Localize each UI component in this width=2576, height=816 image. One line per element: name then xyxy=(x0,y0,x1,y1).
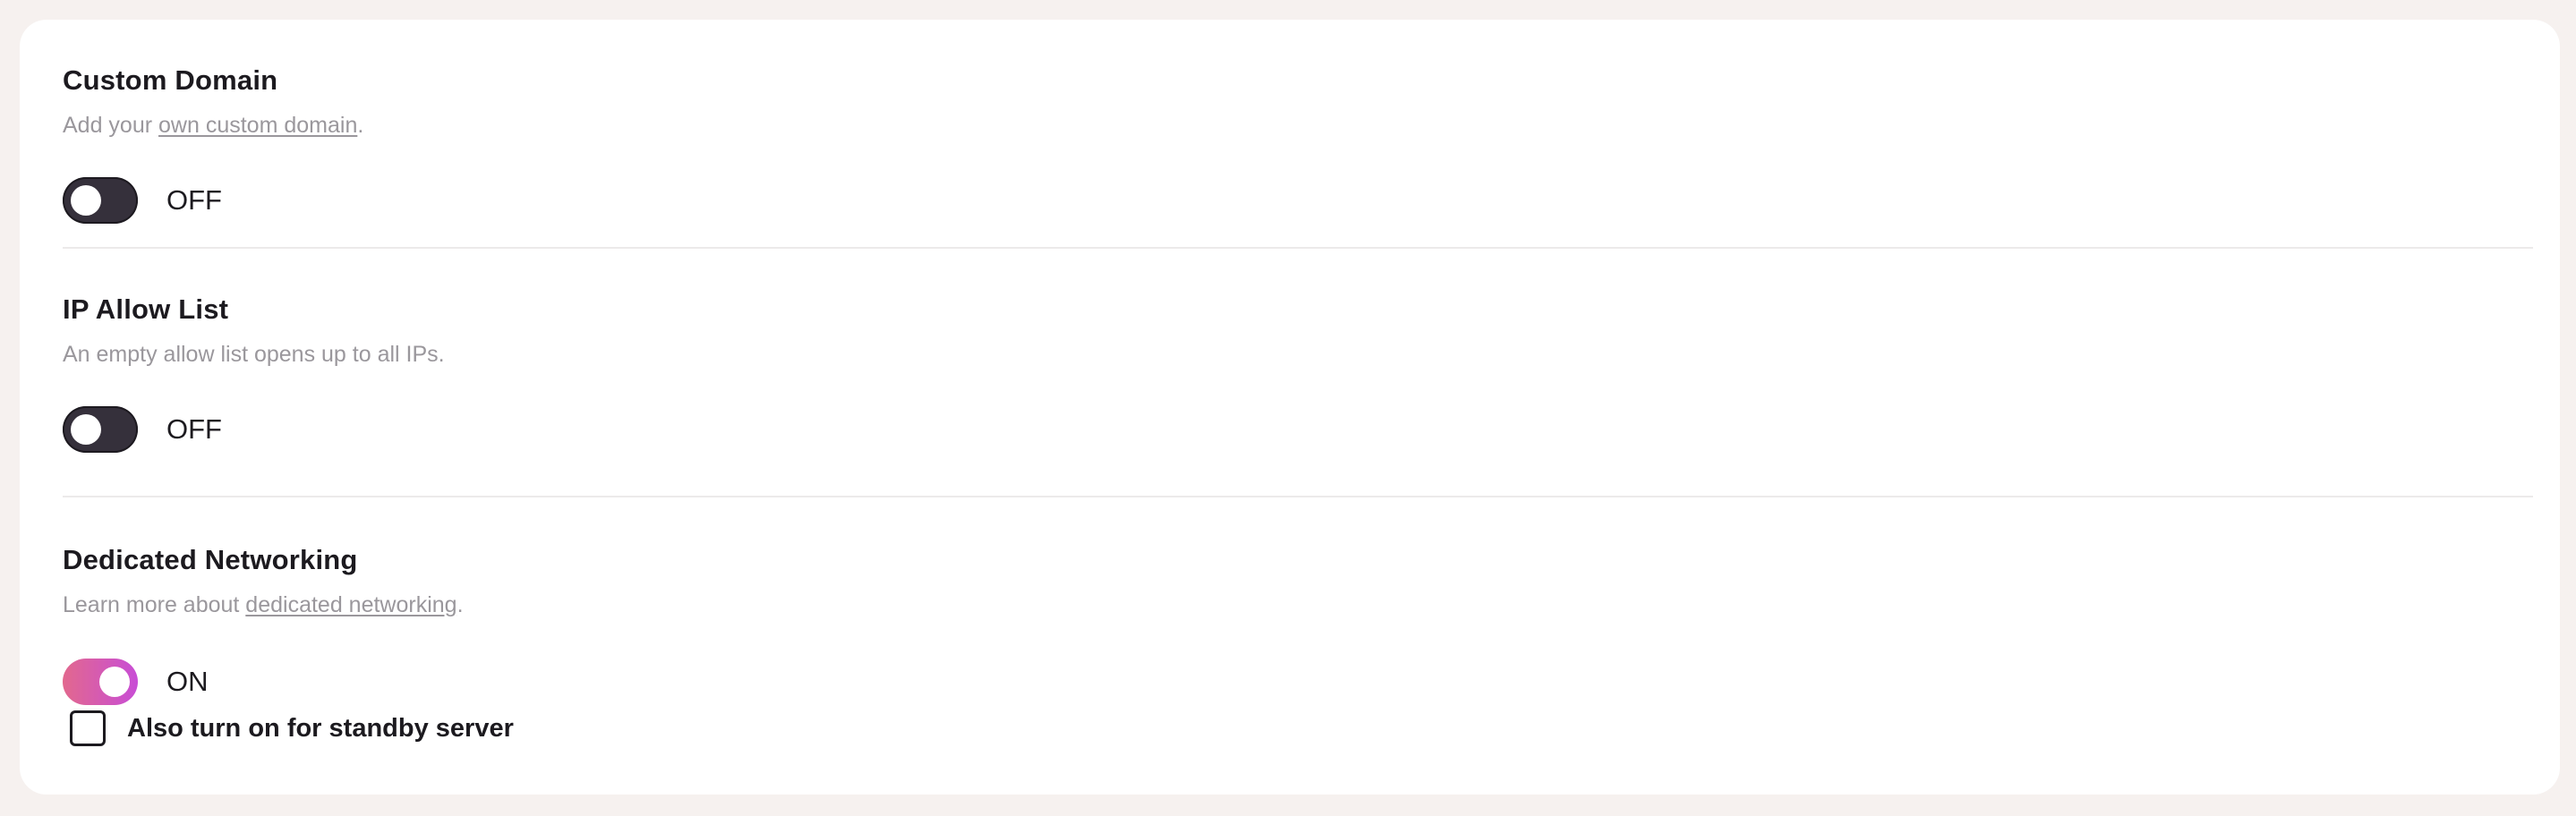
dedicated-networking-toggle[interactable] xyxy=(63,659,138,705)
settings-card: Custom Domain Add your own custom domain… xyxy=(20,20,2560,795)
section-divider xyxy=(63,247,2533,249)
ip-allow-list-section: IP Allow List An empty allow list opens … xyxy=(63,293,2533,453)
standby-server-checkbox-row[interactable]: Also turn on for standby server xyxy=(70,710,514,746)
dedicated-networking-section: Dedicated Networking Learn more about de… xyxy=(63,544,2533,705)
dedicated-networking-link[interactable]: dedicated networking xyxy=(245,592,456,617)
ip-allow-list-toggle-row: OFF xyxy=(63,406,222,453)
section-divider xyxy=(63,496,2533,497)
standby-server-checkbox-label[interactable]: Also turn on for standby server xyxy=(127,714,514,744)
custom-domain-section: Custom Domain Add your own custom domain… xyxy=(63,64,2533,224)
ip-allow-list-description: An empty allow list opens up to all IPs. xyxy=(63,342,445,367)
toggle-knob xyxy=(71,185,101,216)
dedicated-networking-toggle-row: ON xyxy=(63,659,209,705)
custom-domain-toggle-row: OFF xyxy=(63,177,222,224)
toggle-knob xyxy=(99,667,130,697)
dedicated-networking-title: Dedicated Networking xyxy=(63,544,358,575)
toggle-knob xyxy=(71,414,101,445)
custom-domain-title: Custom Domain xyxy=(63,64,278,96)
own-custom-domain-link[interactable]: own custom domain xyxy=(158,113,357,138)
dedicated-networking-description: Learn more about dedicated networking. xyxy=(63,592,464,617)
ip-allow-list-title: IP Allow List xyxy=(63,293,229,325)
ip-allow-list-toggle-state: OFF xyxy=(166,413,222,445)
ip-allow-list-toggle[interactable] xyxy=(63,406,138,453)
standby-server-checkbox[interactable] xyxy=(70,710,106,746)
dedicated-networking-toggle-state: ON xyxy=(166,666,209,697)
custom-domain-toggle-state: OFF xyxy=(166,184,222,216)
custom-domain-toggle[interactable] xyxy=(63,177,138,224)
custom-domain-description: Add your own custom domain. xyxy=(63,113,364,138)
